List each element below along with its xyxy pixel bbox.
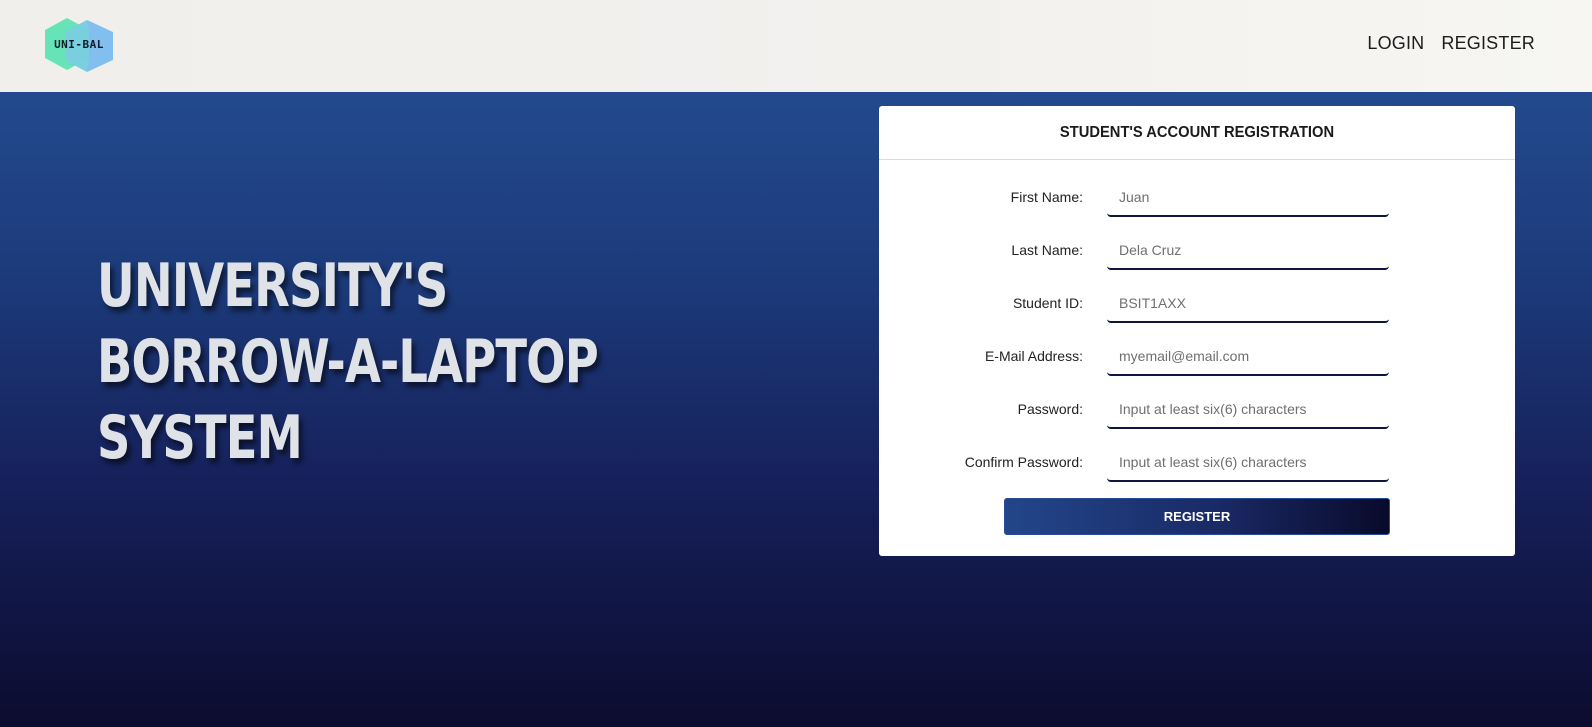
first-name-row: First Name: <box>879 177 1515 217</box>
email-input[interactable] <box>1107 338 1389 376</box>
last-name-input[interactable] <box>1107 232 1389 270</box>
card-header: STUDENT'S ACCOUNT REGISTRATION <box>879 106 1515 160</box>
confirm-password-row: Confirm Password: <box>879 442 1515 482</box>
first-name-label: First Name: <box>1010 189 1083 205</box>
main-nav: LOGIN REGISTER <box>1367 33 1535 54</box>
student-id-input[interactable] <box>1107 285 1389 323</box>
registration-title: STUDENT'S ACCOUNT REGISTRATION <box>1059 123 1335 141</box>
top-navbar: UNI-BAL LOGIN REGISTER <box>0 0 1592 92</box>
registration-card: STUDENT'S ACCOUNT REGISTRATION First Nam… <box>879 106 1515 556</box>
confirm-password-input[interactable] <box>1107 444 1389 482</box>
hero-title-line: BORROW-A-LAPTOP <box>97 327 599 397</box>
password-row: Password: <box>879 389 1515 429</box>
confirm-password-label: Confirm Password: <box>964 454 1083 470</box>
hero-title: UNIVERSITY'S BORROW-A-LAPTOP SYSTEM <box>97 248 647 476</box>
nav-login-link[interactable]: LOGIN <box>1367 33 1424 54</box>
uni-bal-logo[interactable]: UNI-BAL <box>43 16 115 74</box>
email-row: E-Mail Address: <box>879 336 1515 376</box>
last-name-label: Last Name: <box>1011 242 1083 258</box>
password-input[interactable] <box>1107 391 1389 429</box>
nav-register-link[interactable]: REGISTER <box>1441 33 1535 54</box>
first-name-input[interactable] <box>1107 179 1389 217</box>
register-submit-button[interactable]: REGISTER <box>1004 498 1390 535</box>
logo-text: UNI-BAL <box>54 38 104 51</box>
hero-title-line: UNIVERSITY'S <box>97 251 448 321</box>
student-id-row: Student ID: <box>879 283 1515 323</box>
last-name-row: Last Name: <box>879 230 1515 270</box>
password-label: Password: <box>1017 401 1083 417</box>
email-label: E-Mail Address: <box>984 348 1083 364</box>
hero-title-line: SYSTEM <box>97 403 303 473</box>
student-id-label: Student ID: <box>1012 295 1083 311</box>
